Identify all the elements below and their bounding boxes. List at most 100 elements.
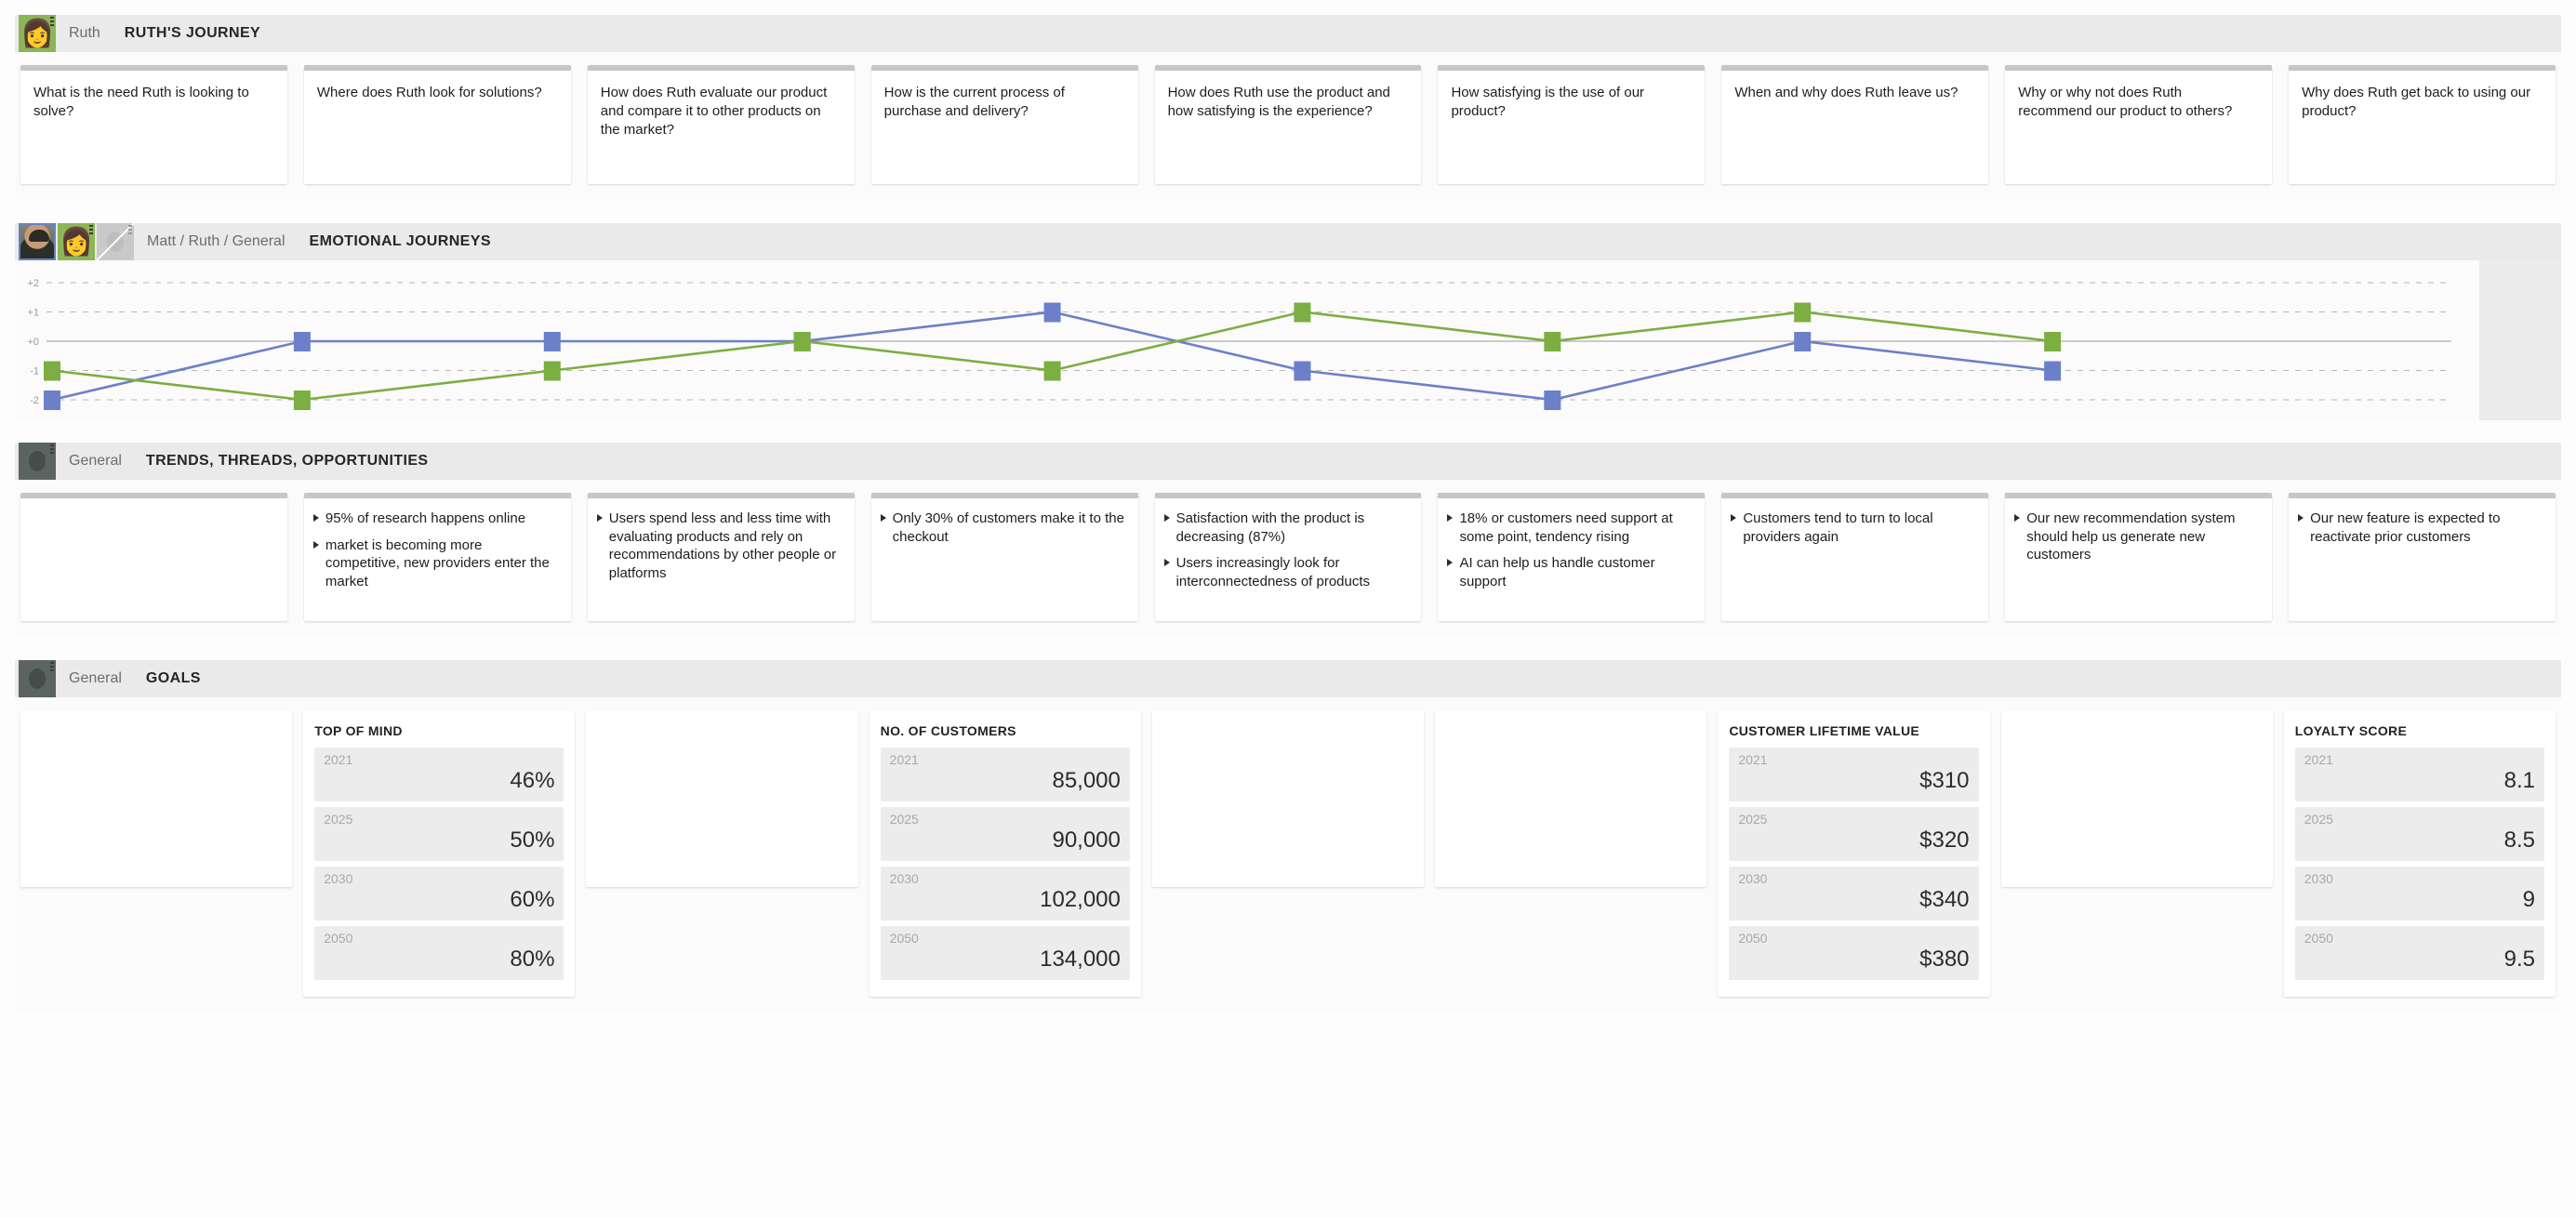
journey-card[interactable]: What is the need Ruth is looking to solv… — [20, 65, 287, 184]
trend-bullet-list: 18% or customers need support at some po… — [1447, 510, 1693, 590]
goal-card[interactable]: NO. OF CUSTOMERS 2021 85,000 2025 90,000 2030… — [869, 710, 1141, 997]
goals-cards: TOP OF MIND 2021 46% 2025 50% 2030 60% 2050 80% N… — [15, 697, 2561, 1013]
goal-row[interactable]: 2025 90,000 — [880, 806, 1130, 861]
chart-scroll-gutter[interactable] — [2479, 260, 2561, 420]
emotional-journeys-chart[interactable]: +2 +1 +0 -1 -2 — [15, 260, 2561, 420]
goal-row[interactable]: 2030 $340 — [1729, 866, 1979, 920]
bullet-triangle-icon — [1731, 514, 1737, 522]
matt-avatar-hair — [29, 230, 49, 242]
data-point-ruth[interactable] — [293, 391, 311, 410]
journey-card[interactable]: Where does Ruth look for solutions? — [303, 65, 571, 184]
goal-row[interactable]: 2050 134,000 — [880, 925, 1130, 980]
trend-card[interactable]: Users spend less and less time with eval… — [587, 493, 855, 621]
trend-bullet: Only 30% of customers make it to the che… — [880, 510, 1127, 546]
goal-row[interactable]: 2025 $320 — [1729, 806, 1979, 861]
trend-card[interactable]: Customers tend to turn to local provider… — [1721, 493, 1989, 621]
data-point-matt[interactable] — [1794, 332, 1812, 351]
data-point-matt[interactable] — [1043, 302, 1061, 323]
trend-card[interactable]: 18% or customers need support at some po… — [1438, 493, 1706, 621]
goal-col-4 — [1147, 710, 1429, 997]
data-point-ruth[interactable] — [1544, 332, 1561, 351]
trend-card[interactable]: Only 30% of customers make it to the che… — [870, 493, 1138, 621]
data-point-matt[interactable] — [293, 332, 311, 351]
matt-avatar[interactable] — [19, 223, 56, 260]
journey-card[interactable]: When and why does Ruth leave us? — [1721, 65, 1989, 184]
goal-card[interactable] — [20, 710, 293, 887]
goal-row[interactable]: 2030 102,000 — [880, 866, 1130, 920]
goal-value: 46% — [510, 768, 555, 794]
goals-avatars — [19, 660, 56, 697]
avatar-menu-icon[interactable] — [50, 444, 54, 455]
goal-card[interactable] — [586, 710, 858, 887]
trend-card[interactable]: Satisfaction with the product is decreas… — [1154, 493, 1422, 621]
goal-row[interactable]: 2025 50% — [314, 806, 564, 861]
ruth-avatar[interactable]: 👩 — [19, 15, 56, 52]
ruths-journey-title: RUTH'S JOURNEY — [124, 25, 261, 41]
goal-card[interactable] — [2000, 710, 2273, 887]
goal-row[interactable]: 2025 8.5 — [2294, 806, 2544, 861]
goal-card[interactable]: CUSTOMER LIFETIME VALUE 2021 $310 2025 $320 2… — [1718, 710, 1990, 997]
data-point-ruth[interactable] — [543, 361, 561, 381]
avatar-menu-icon[interactable] — [128, 225, 132, 235]
goal-row[interactable]: 2050 9.5 — [2294, 925, 2544, 980]
data-point-matt[interactable] — [2044, 361, 2062, 381]
data-point-ruth[interactable] — [1043, 361, 1061, 381]
trend-card[interactable]: Our new feature is expected to reactivat… — [2289, 493, 2556, 621]
data-point-ruth[interactable] — [44, 361, 60, 381]
trend-bullet: Satisfaction with the product is decreas… — [1163, 510, 1411, 546]
data-point-ruth[interactable] — [2044, 332, 2062, 351]
journey-card[interactable]: Why or why not does Ruth recommend our p… — [2005, 65, 2273, 184]
goal-year: 2025 — [2304, 811, 2333, 827]
general-avatar[interactable] — [19, 660, 56, 697]
goal-value: $380 — [1919, 947, 1970, 973]
trend-card[interactable] — [20, 493, 287, 621]
section-emotional-journeys: 👩 Matt / Ruth / General EMOTIONAL JOURNE… — [15, 223, 2561, 420]
goal-year: 2030 — [1738, 870, 1768, 886]
bullet-triangle-icon — [1447, 559, 1454, 566]
goal-card[interactable] — [1435, 710, 1707, 887]
data-point-matt[interactable] — [1294, 361, 1311, 381]
journey-card[interactable]: Why does Ruth get back to using our prod… — [2289, 65, 2556, 184]
trend-bullet-list: 95% of research happens online market is … — [312, 510, 560, 590]
goal-value: $320 — [1919, 827, 1970, 854]
data-point-ruth[interactable] — [793, 332, 811, 351]
goal-card[interactable] — [1151, 710, 1425, 887]
trend-card[interactable]: Our new recommendation system should hel… — [2005, 493, 2273, 621]
goal-row[interactable]: 2030 60% — [314, 866, 564, 920]
goal-row[interactable]: 2021 8.1 — [2294, 748, 2544, 801]
trend-bullet-list: Users spend less and less time with eval… — [596, 510, 843, 582]
data-point-matt[interactable] — [1544, 391, 1561, 410]
avatar-menu-icon[interactable] — [89, 225, 93, 235]
goal-row[interactable]: 2030 9 — [2294, 866, 2544, 920]
trend-bullet-list: Satisfaction with the product is decreas… — [1163, 510, 1411, 590]
journey-card[interactable]: How does Ruth use the product and how sa… — [1154, 65, 1422, 184]
data-point-matt[interactable] — [44, 391, 60, 410]
journey-card[interactable]: How satisfying is the use of our product… — [1438, 65, 1706, 184]
empty-avatar[interactable] — [97, 223, 134, 260]
goal-card[interactable]: TOP OF MIND 2021 46% 2025 50% 2030 60% 2050 80% — [303, 710, 576, 997]
trend-col-1: 95% of research happens online market is … — [299, 493, 577, 621]
avatar-menu-icon[interactable] — [50, 662, 54, 672]
general-avatar[interactable] — [19, 443, 56, 480]
section-trends: General TRENDS, THREADS, OPPORTUNITIES 9… — [15, 443, 2561, 638]
data-point-matt[interactable] — [543, 332, 561, 351]
goal-row[interactable]: 2021 85,000 — [880, 748, 1130, 801]
journey-col-1: Where does Ruth look for solutions? — [299, 65, 577, 184]
data-point-ruth[interactable] — [1294, 302, 1311, 323]
journey-card[interactable]: How is the current process of purchase a… — [870, 65, 1138, 184]
bullet-triangle-icon — [312, 514, 319, 522]
ruth-avatar-glyph: 👩 — [59, 227, 94, 258]
goal-row[interactable]: 2050 80% — [314, 925, 564, 980]
avatar-menu-icon[interactable] — [50, 17, 54, 27]
goal-value: 134,000 — [1040, 947, 1121, 973]
goal-row[interactable]: 2021 $310 — [1729, 748, 1979, 801]
trend-bullet-text: Satisfaction with the product is decreas… — [1175, 510, 1365, 545]
trend-card[interactable]: 95% of research happens online market is … — [303, 493, 571, 621]
goal-card[interactable]: LOYALTY SCORE 2021 8.1 2025 8.5 2030 9 2050 9.5 — [2283, 710, 2556, 997]
journey-card[interactable]: How does Ruth evaluate our product and c… — [587, 65, 855, 184]
data-point-ruth[interactable] — [1794, 302, 1812, 323]
goal-row[interactable]: 2050 $380 — [1729, 925, 1979, 980]
bullet-triangle-icon — [312, 540, 319, 549]
ruth-avatar[interactable]: 👩 — [58, 223, 95, 260]
goal-row[interactable]: 2021 46% — [314, 748, 564, 801]
